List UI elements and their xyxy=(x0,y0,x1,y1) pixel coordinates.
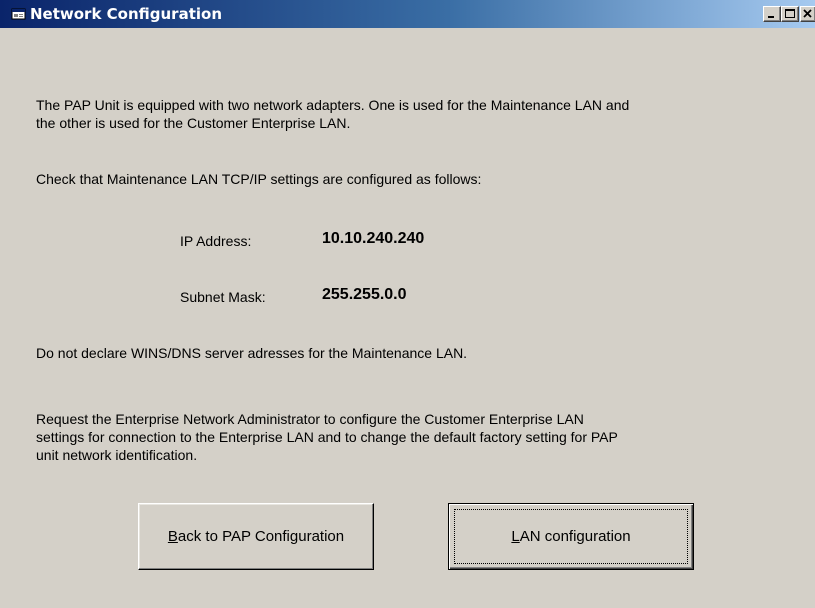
close-icon xyxy=(803,9,812,18)
close-button[interactable] xyxy=(800,6,815,22)
minimize-button[interactable] xyxy=(763,6,781,22)
ip-address-label: IP Address: xyxy=(180,233,252,249)
network-configuration-window: Network Configuration The PAP Unit is eq… xyxy=(0,0,815,608)
request-line-3: unit network identification. xyxy=(36,447,198,463)
minimize-icon xyxy=(768,16,774,18)
window-title: Network Configuration xyxy=(30,5,222,23)
ip-address-value: 10.10.240.240 xyxy=(322,230,425,247)
maximize-icon xyxy=(785,9,795,18)
check-instructions: Check that Maintenance LAN TCP/IP settin… xyxy=(36,171,482,187)
intro-line-2: the other is used for the Customer Enter… xyxy=(36,115,351,131)
back-to-pap-configuration-button[interactable]: Back to PAP Configuration xyxy=(138,503,374,570)
wins-dns-note: Do not declare WINS/DNS server adresses … xyxy=(36,345,468,361)
lan-button-label: LAN configuration xyxy=(511,528,631,545)
intro-line-1: The PAP Unit is equipped with two networ… xyxy=(36,97,630,113)
request-line-1: Request the Enterprise Network Administr… xyxy=(36,411,584,427)
subnet-mask-value: 255.255.0.0 xyxy=(322,286,407,303)
request-line-2: settings for connection to the Enterpris… xyxy=(36,429,618,445)
window-app-icon[interactable] xyxy=(11,7,27,21)
back-button-label: Back to PAP Configuration xyxy=(167,528,345,545)
title-bar[interactable]: Network Configuration xyxy=(0,0,815,28)
subnet-mask-label: Subnet Mask: xyxy=(180,289,266,305)
maximize-button[interactable] xyxy=(781,6,799,22)
lan-configuration-button[interactable]: LAN configuration xyxy=(448,503,694,570)
